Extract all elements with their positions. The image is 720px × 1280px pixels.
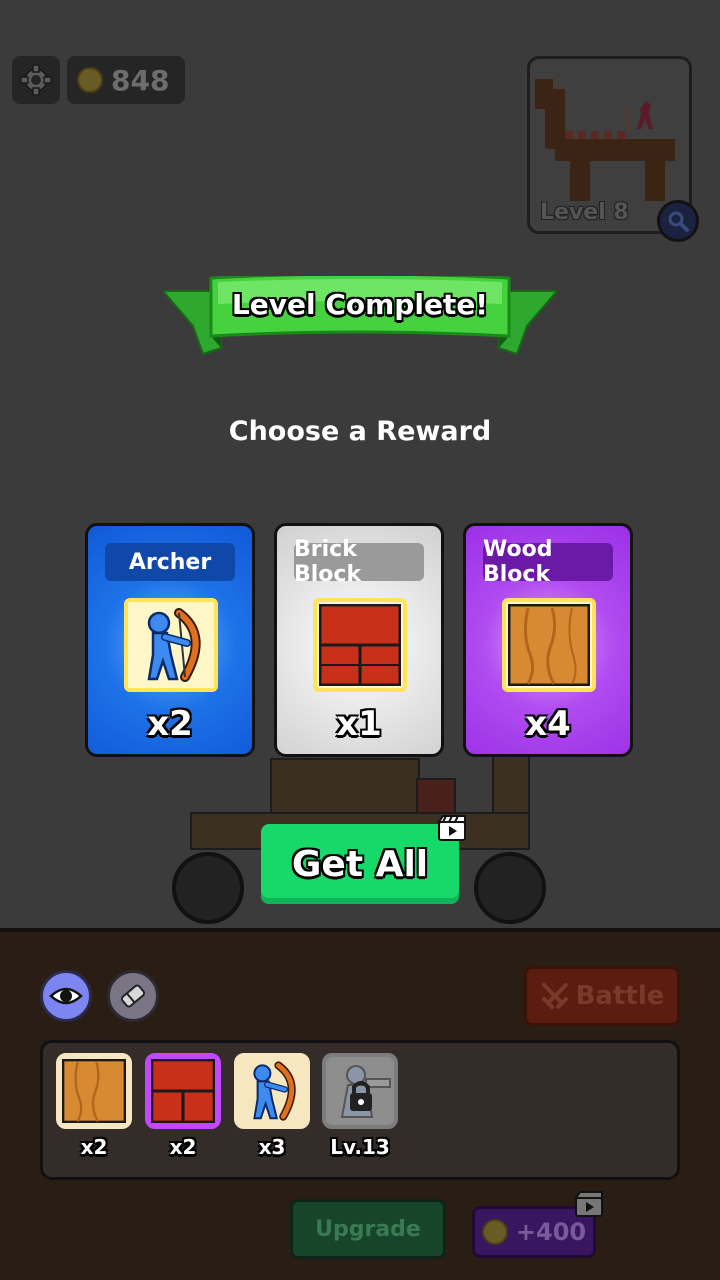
view-toggle-button[interactable] xyxy=(40,970,92,1022)
eraser-button[interactable] xyxy=(107,970,159,1022)
get-all-button[interactable]: Get All xyxy=(261,824,459,904)
zoom-button[interactable] xyxy=(657,200,699,242)
level-complete-banner: Level Complete! xyxy=(160,272,560,356)
wood-icon xyxy=(62,1059,126,1123)
cart-wheel-left xyxy=(172,852,244,924)
coin-counter: 848 xyxy=(67,56,185,104)
inventory-slot-wood[interactable] xyxy=(56,1053,132,1129)
coin-icon xyxy=(481,1219,508,1245)
archer-icon xyxy=(253,1061,296,1121)
video-ad-icon xyxy=(574,1190,604,1218)
video-ad-icon xyxy=(437,814,467,842)
reward-quantity: x2 xyxy=(147,704,193,744)
brick-icon xyxy=(151,1059,215,1123)
coin-icon xyxy=(77,67,103,93)
slot-count: x3 xyxy=(258,1135,286,1159)
slot-level-requirement: Lv.13 xyxy=(330,1135,390,1159)
reward-card-archer[interactable]: Archer x2 xyxy=(85,523,255,757)
cart-wheel-right xyxy=(474,852,546,924)
choose-reward-text: Choose a Reward xyxy=(228,416,492,447)
gear-icon xyxy=(20,64,52,96)
wood-icon xyxy=(508,604,590,686)
brick-icon xyxy=(319,604,401,686)
battle-label: Battle xyxy=(575,981,665,1011)
inventory-slot-locked xyxy=(322,1053,398,1129)
fortress-wall xyxy=(270,758,420,814)
reward-title: Brick Block xyxy=(294,537,424,587)
reward-icon-box xyxy=(502,598,596,692)
reward-quantity: x1 xyxy=(336,704,382,744)
slot-count: x2 xyxy=(80,1135,108,1159)
archer-icon xyxy=(147,608,201,682)
reward-title: Archer xyxy=(105,543,235,581)
preview-level-label: Level 8 xyxy=(540,200,629,225)
magnifier-icon xyxy=(668,211,689,232)
crossed-swords-icon xyxy=(541,983,568,1009)
eraser-icon xyxy=(120,984,146,1008)
inventory-slot-brick[interactable] xyxy=(145,1053,221,1129)
reward-card-brick-block[interactable]: Brick Block x1 xyxy=(274,523,444,757)
fortress-thumbnail xyxy=(535,79,675,201)
fortress-brick xyxy=(416,778,456,814)
upgrade-button[interactable]: Upgrade xyxy=(290,1199,446,1259)
battle-button[interactable]: Battle xyxy=(524,966,680,1026)
reward-icon-box xyxy=(124,598,218,692)
coin-amount: 848 xyxy=(111,63,170,97)
eye-icon xyxy=(49,987,83,1005)
inventory-slot-archer[interactable] xyxy=(234,1053,310,1129)
banner-title: Level Complete! xyxy=(231,288,489,321)
coin-reward-amount: +400 xyxy=(515,1218,587,1246)
reward-quantity: x4 xyxy=(525,704,571,744)
reward-card-wood-block[interactable]: Wood Block x4 xyxy=(463,523,633,757)
reward-icon-box xyxy=(313,598,407,692)
slot-count: x2 xyxy=(169,1135,197,1159)
reward-title: Wood Block xyxy=(483,537,613,587)
settings-button[interactable] xyxy=(12,56,60,104)
locked-unit-icon xyxy=(340,1065,391,1118)
fortress-post xyxy=(492,755,530,815)
